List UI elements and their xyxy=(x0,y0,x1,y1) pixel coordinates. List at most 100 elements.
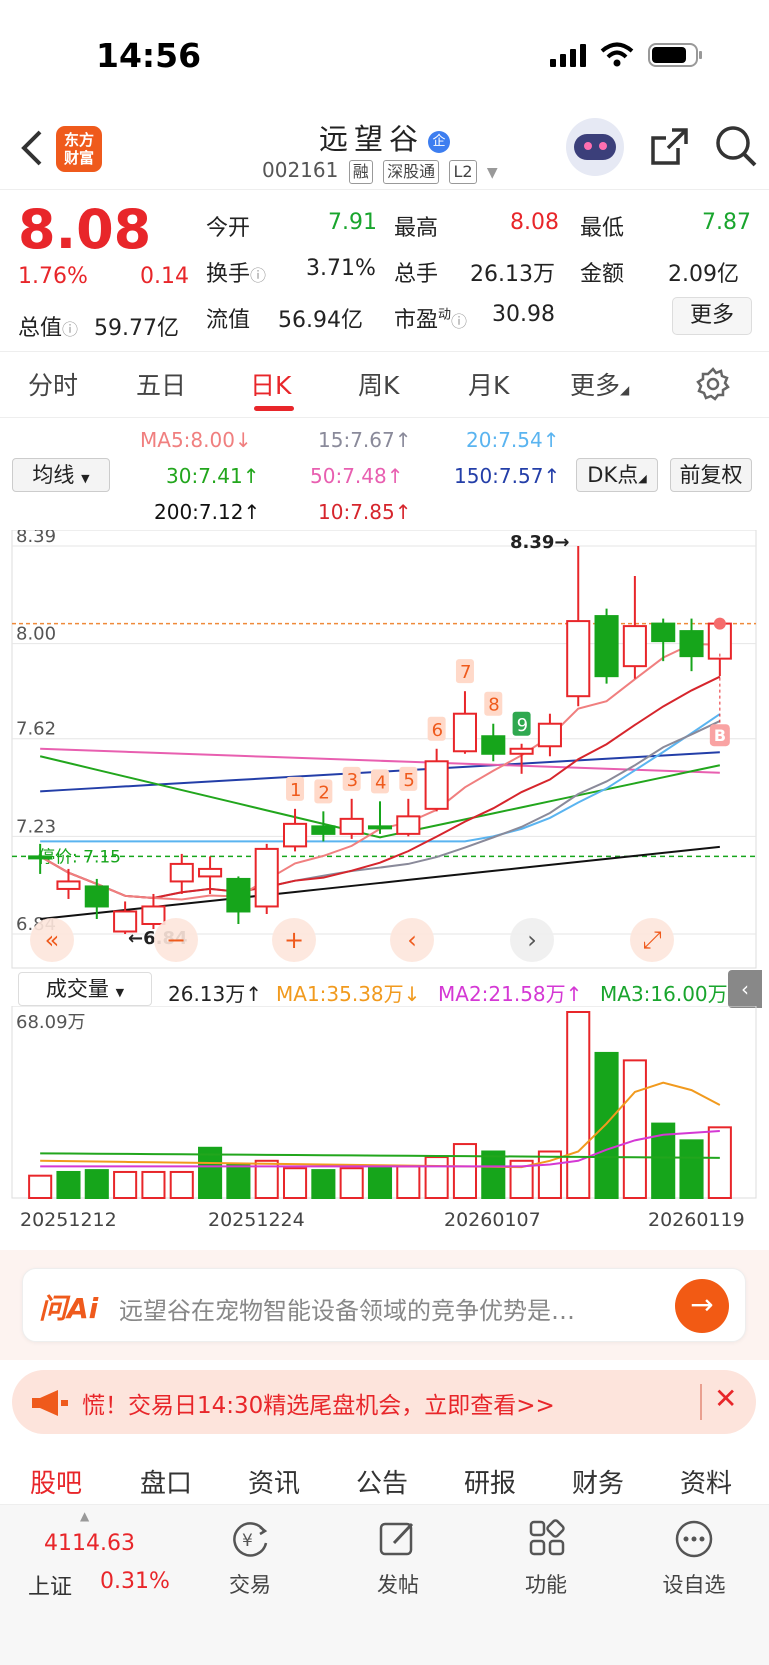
subtab-research[interactable]: 研报 xyxy=(464,1463,516,1500)
volume-bar xyxy=(113,1170,138,1200)
tab-more[interactable]: 更多◢ xyxy=(570,366,629,402)
y-axis-label: 7.23 xyxy=(16,816,56,837)
stock-code: 002161 xyxy=(262,158,339,182)
index-value[interactable]: 4114.63 xyxy=(44,1531,135,1556)
amount-value: 2.09亿 xyxy=(668,262,739,287)
tab-daily-k[interactable]: 日K xyxy=(250,366,291,402)
prev-icon[interactable]: ‹ xyxy=(390,918,434,962)
next-icon[interactable]: › xyxy=(510,918,554,962)
volume-bar xyxy=(28,1174,53,1199)
close-icon[interactable]: ✕ xyxy=(714,1382,737,1415)
subtab-guba[interactable]: 股吧 xyxy=(30,1463,82,1500)
more-dots-icon[interactable] xyxy=(674,1519,714,1559)
share-icon[interactable] xyxy=(648,126,690,168)
open-label: 今开 xyxy=(206,216,251,241)
volume-label: 总手 xyxy=(394,262,439,287)
sequence-label: 1 xyxy=(290,780,301,801)
change-value: 0.14 xyxy=(140,264,189,289)
zoom-out-icon[interactable]: − xyxy=(154,918,198,962)
status-bar: 14:56 xyxy=(0,0,769,110)
turnover-label: 换手ⓘ xyxy=(206,262,267,287)
volume-current: 26.13万↑ xyxy=(168,982,263,1006)
double-left-icon-glyph: « xyxy=(45,926,60,954)
low-value: 7.87 xyxy=(702,210,751,235)
ma-select[interactable]: 均线 ▼ xyxy=(12,458,110,492)
subtab-notice[interactable]: 公告 xyxy=(356,1463,408,1500)
edit-post-icon[interactable] xyxy=(378,1519,418,1559)
ma150-value: 150:7.57↑ xyxy=(454,464,561,488)
grid-apps-icon[interactable] xyxy=(528,1519,568,1559)
candle-body xyxy=(56,880,81,890)
volume-bar xyxy=(311,1169,336,1200)
tag-margin: 融 xyxy=(348,160,373,184)
ai-label: 问Ai xyxy=(39,1292,99,1325)
search-icon[interactable] xyxy=(714,124,758,168)
nav-post[interactable]: 发帖 xyxy=(348,1569,448,1599)
index-pct: 0.31% xyxy=(100,1569,170,1594)
adjust-button[interactable]: 前复权 xyxy=(670,458,752,492)
nav-trade[interactable]: 交易 xyxy=(200,1569,300,1599)
ma10-value: 10:7.85↑ xyxy=(318,500,412,524)
ma15-value: 15:7.67↑ xyxy=(318,428,412,452)
sequence-label: 5 xyxy=(403,770,414,791)
volume-bar xyxy=(84,1169,109,1200)
candle-body xyxy=(339,817,364,835)
zoom-in-icon[interactable]: + xyxy=(272,918,316,962)
float-label: 流值 xyxy=(206,308,251,333)
sequence-label: 3 xyxy=(347,770,358,791)
ma50-line xyxy=(40,747,720,774)
subtab-pankou[interactable]: 盘口 xyxy=(140,1463,192,1500)
more-button[interactable]: 更多 xyxy=(672,297,752,335)
collapse-panel-button[interactable]: ‹ xyxy=(728,970,762,1008)
tab-five-day[interactable]: 五日 xyxy=(136,366,186,402)
fullscreen-icon-glyph: ⤢ xyxy=(642,926,661,954)
volume-bar xyxy=(141,1170,166,1200)
chart-frame xyxy=(11,530,757,969)
volume-bar xyxy=(424,1156,449,1199)
volume-bar xyxy=(707,1126,732,1199)
kline-chart[interactable]: 8.398.007.627.236.84停价: 7.151 23 4 567898.3… xyxy=(0,530,769,970)
volume-select[interactable]: 成交量 ▼ xyxy=(18,972,152,1006)
ai-ask-bar[interactable]: 问Ai 远望谷在宠物智能设备领域的竞争优势是… → xyxy=(22,1268,746,1342)
candle-body xyxy=(226,877,251,913)
last-price: 8.08 xyxy=(18,198,152,261)
candle-body xyxy=(481,735,506,755)
signal-icon xyxy=(550,44,586,67)
promo-banner[interactable]: 慌！交易日14:30精选尾盘机会，立即查看>> ✕ xyxy=(12,1370,756,1434)
fullscreen-icon[interactable]: ⤢ xyxy=(630,918,674,962)
stock-subinfo[interactable]: 002161 融 深股通 L2 ▼ xyxy=(262,158,498,184)
volume-ma2: MA2:21.58万↑ xyxy=(438,982,583,1006)
latest-price-dot xyxy=(713,617,726,630)
clock: 14:56 xyxy=(96,36,202,75)
double-left-icon[interactable]: « xyxy=(30,918,74,962)
candle-body xyxy=(651,622,676,643)
candle-body xyxy=(28,855,53,860)
dk-point-button[interactable]: DK点◢ xyxy=(576,458,658,492)
subtab-profile[interactable]: 资料 xyxy=(680,1463,732,1500)
candle-body xyxy=(622,625,647,668)
candle-body xyxy=(84,885,109,908)
trade-yen-icon[interactable]: ¥ xyxy=(228,1519,272,1559)
tab-intraday[interactable]: 分时 xyxy=(28,366,78,402)
subtab-news[interactable]: 资讯 xyxy=(248,1463,300,1500)
volume-bar xyxy=(452,1143,478,1199)
nav-functions[interactable]: 功能 xyxy=(496,1569,596,1599)
tab-monthly-k[interactable]: 月K xyxy=(468,366,509,402)
settings-gear-icon[interactable] xyxy=(695,366,731,402)
index-name: 上证 xyxy=(28,1575,73,1600)
volume-bar xyxy=(56,1170,81,1200)
arrow-right-icon[interactable]: → xyxy=(675,1279,729,1333)
caret-up-icon: ▲ xyxy=(80,1509,90,1523)
sequence-label: 9 xyxy=(517,715,528,736)
enterprise-badge: 企 xyxy=(428,131,450,153)
tab-weekly-k[interactable]: 周K xyxy=(358,366,399,402)
robot-avatar-icon[interactable] xyxy=(566,118,624,176)
volume-bar xyxy=(226,1163,251,1200)
volume-chart[interactable]: 68.09万 20251212 20251224 20260107 20260119 xyxy=(0,1006,769,1236)
svg-text:¥: ¥ xyxy=(242,1531,253,1551)
nav-add-watchlist[interactable]: 设自选 xyxy=(644,1569,744,1599)
date-tick-label: 20260107 xyxy=(444,1209,541,1231)
subtab-finance[interactable]: 财务 xyxy=(572,1463,624,1500)
candle-body xyxy=(396,815,421,835)
zoom-out-icon-glyph: − xyxy=(166,926,186,954)
